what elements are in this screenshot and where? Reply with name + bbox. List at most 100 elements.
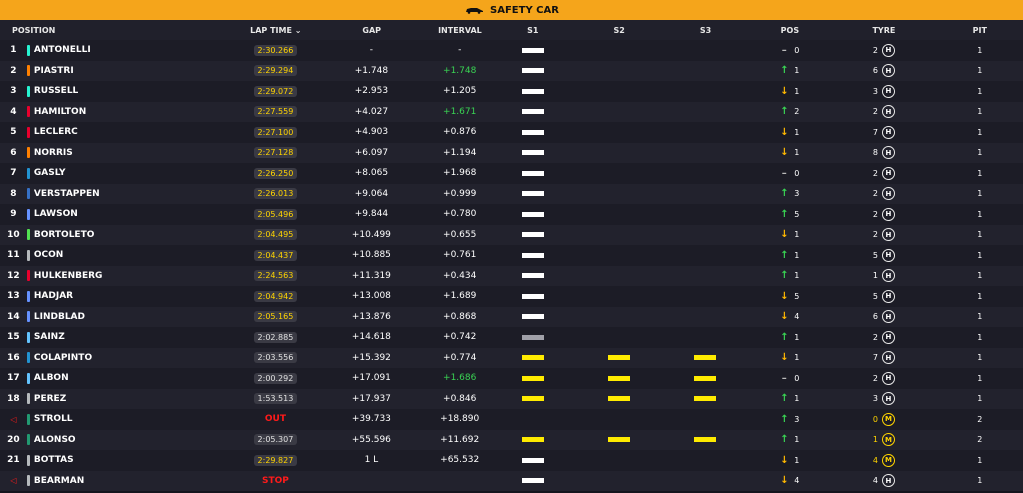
position-change: ↑ 1 xyxy=(749,434,832,445)
lap-time: 2:04.495 xyxy=(253,229,298,241)
gap: +9.844 xyxy=(354,209,389,220)
team-color-bar xyxy=(26,229,30,241)
table-row[interactable]: 13 HADJAR 2:04.942 +13.008 +1.689 ↓ 5 5 … xyxy=(0,286,1023,307)
col-position[interactable]: POSITION xyxy=(0,26,238,35)
sector-bar-s1 xyxy=(521,478,544,484)
table-row[interactable]: ◁ BEARMAN STOP ↓ 4 4 H 1 xyxy=(0,470,1023,491)
driver-cell[interactable]: VERSTAPPEN xyxy=(26,188,238,200)
table-row[interactable]: 18 PEREZ 1:53.513 +17.937 +0.846 ↑ 1 3 H… xyxy=(0,388,1023,409)
tyre: 2 H xyxy=(831,187,937,201)
col-tyre[interactable]: TYRE xyxy=(831,26,937,35)
pit-stops: 1 xyxy=(977,455,983,465)
lap-time: 2:29.072 xyxy=(253,85,298,97)
lap-time: 2:02.885 xyxy=(253,331,298,343)
lap-time: 2:05.307 xyxy=(253,434,298,446)
driver-cell[interactable]: HAMILTON xyxy=(26,106,238,118)
tyre-compound-icon: H xyxy=(881,64,895,78)
driver-cell[interactable]: SAINZ xyxy=(26,331,238,343)
sector-1 xyxy=(489,252,575,258)
sector-bar-s1 xyxy=(521,191,544,197)
table-row[interactable]: 6 NORRIS 2:27.128 +6.097 +1.194 ↓ 1 8 H … xyxy=(0,142,1023,163)
table-row[interactable]: 14 LINDBLAD 2:05.165 +13.876 +0.868 ↓ 4 … xyxy=(0,306,1023,327)
table-row[interactable]: 8 VERSTAPPEN 2:26.013 +9.064 +0.999 ↑ 3 … xyxy=(0,183,1023,204)
col-pos-change[interactable]: POS xyxy=(749,26,831,35)
table-row[interactable]: 3 RUSSELL 2:29.072 +2.953 +1.205 ↓ 1 3 H… xyxy=(0,81,1023,102)
sector-1 xyxy=(489,191,575,197)
col-s2[interactable]: S2 xyxy=(576,26,662,35)
interval: +0.868 xyxy=(443,311,477,322)
driver-cell[interactable]: HADJAR xyxy=(26,290,238,302)
sort-chevron-icon[interactable]: ⌄ xyxy=(295,26,302,35)
table-row[interactable]: 17 ALBON 2:00.292 +17.091 +1.686 – 0 2 H… xyxy=(0,368,1023,389)
driver-cell[interactable]: ALBON xyxy=(26,372,238,384)
team-color-bar xyxy=(26,85,30,97)
driver-cell[interactable]: LINDBLAD xyxy=(26,311,238,323)
position-up-arrow-icon: ↑ xyxy=(780,413,789,425)
col-pit[interactable]: PIT xyxy=(937,26,1023,35)
driver-cell[interactable]: LECLERC xyxy=(26,126,238,138)
position-number: 6 xyxy=(10,147,17,158)
driver-cell[interactable]: RUSSELL xyxy=(26,85,238,97)
table-row[interactable]: 10 BORTOLETO 2:04.495 +10.499 +0.655 ↓ 1… xyxy=(0,224,1023,245)
interval: +1.689 xyxy=(443,291,477,302)
table-row[interactable]: 7 GASLY 2:26.250 +8.065 +1.968 – 0 2 H 1 xyxy=(0,163,1023,184)
position-same-arrow-icon: – xyxy=(781,167,787,179)
col-gap[interactable]: GAP xyxy=(313,26,430,35)
driver-cell[interactable]: BOTTAS xyxy=(26,454,238,466)
team-color-bar xyxy=(26,475,30,487)
table-row[interactable]: 12 HULKENBERG 2:24.563 +11.319 +0.434 ↑ … xyxy=(0,265,1023,286)
position-down-arrow-icon: ↓ xyxy=(780,229,789,241)
tyre-compound-icon: H xyxy=(881,269,895,283)
col-s1[interactable]: S1 xyxy=(490,26,576,35)
table-row[interactable]: 9 LAWSON 2:05.496 +9.844 +0.780 ↑ 5 2 H … xyxy=(0,204,1023,225)
table-row[interactable]: 11 OCON 2:04.437 +10.885 +0.761 ↑ 1 5 H … xyxy=(0,245,1023,266)
driver-cell[interactable]: OCON xyxy=(26,249,238,261)
table-row[interactable]: 21 BOTTAS 2:29.827 1 L +65.532 ↓ 1 4 M 1 xyxy=(0,450,1023,471)
interval: +0.742 xyxy=(443,332,477,343)
tyre-compound-icon: M xyxy=(881,433,895,447)
driver-cell[interactable]: NORRIS xyxy=(26,147,238,159)
driver-cell[interactable]: PIASTRI xyxy=(26,65,238,77)
table-row[interactable]: 5 LECLERC 2:27.100 +4.903 +0.876 ↓ 1 7 H… xyxy=(0,122,1023,143)
gap: +55.596 xyxy=(351,434,391,445)
sector-3 xyxy=(662,355,748,361)
table-row[interactable]: 4 HAMILTON 2:27.559 +4.027 +1.671 ↑ 2 2 … xyxy=(0,101,1023,122)
pit-stops: 1 xyxy=(977,394,983,404)
gap: 1 L xyxy=(364,455,379,466)
team-color-bar xyxy=(26,311,30,323)
driver-cell[interactable]: GASLY xyxy=(26,167,238,179)
table-row[interactable]: 16 COLAPINTO 2:03.556 +15.392 +0.774 ↓ 1… xyxy=(0,347,1023,368)
gap: +17.937 xyxy=(351,393,391,404)
driver-cell[interactable]: STROLL xyxy=(26,413,238,425)
driver-cell[interactable]: ALONSO xyxy=(26,434,238,446)
driver-cell[interactable]: ANTONELLI xyxy=(26,44,238,56)
tyre-laps: 4 xyxy=(872,455,878,465)
table-row[interactable]: 20 ALONSO 2:05.307 +55.596 +11.692 ↑ 1 1… xyxy=(0,429,1023,450)
tyre-laps: 2 xyxy=(872,230,878,240)
tyre-laps: 1 xyxy=(872,271,878,281)
table-row[interactable]: 2 PIASTRI 2:29.294 +1.748 +1.748 ↑ 1 6 H… xyxy=(0,60,1023,81)
col-lap-time[interactable]: LAP TIME ⌄ xyxy=(238,26,313,35)
tyre-compound-icon: H xyxy=(881,289,895,303)
driver-cell[interactable]: PEREZ xyxy=(26,393,238,405)
gap: +14.618 xyxy=(351,332,391,343)
driver-cell[interactable]: LAWSON xyxy=(26,208,238,220)
table-row[interactable]: 15 SAINZ 2:02.885 +14.618 +0.742 ↑ 1 2 H… xyxy=(0,327,1023,348)
driver-cell[interactable]: COLAPINTO xyxy=(26,352,238,364)
table-row[interactable]: ◁ STROLL OUT +39.733 +18.890 ↑ 3 0 M 2 xyxy=(0,409,1023,430)
position-down-arrow-icon: ↓ xyxy=(780,475,789,487)
driver-cell[interactable]: BEARMAN xyxy=(26,475,238,487)
driver-cell[interactable]: BORTOLETO xyxy=(26,229,238,241)
lap-time: 2:05.496 xyxy=(253,208,298,220)
lap-time: 2:04.942 xyxy=(253,290,298,302)
lap-time: OUT xyxy=(264,414,286,425)
gap: +4.027 xyxy=(354,106,389,117)
team-color-bar xyxy=(26,44,30,56)
interval: +1.686 xyxy=(443,373,477,384)
col-interval[interactable]: INTERVAL xyxy=(430,26,489,35)
driver-cell[interactable]: HULKENBERG xyxy=(26,270,238,282)
table-row[interactable]: 1 ANTONELLI 2:30.266 - - – 0 2 H 1 xyxy=(0,40,1023,61)
col-s3[interactable]: S3 xyxy=(662,26,748,35)
pit-stops: 1 xyxy=(977,353,983,363)
position-number: 2 xyxy=(10,65,17,76)
